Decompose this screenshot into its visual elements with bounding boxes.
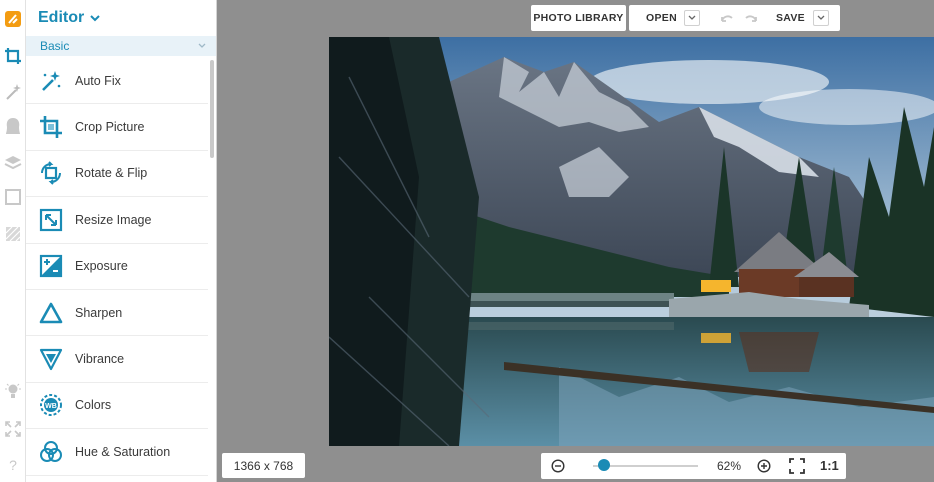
chevron-down-icon [198, 43, 206, 48]
redo-icon[interactable] [744, 13, 758, 23]
exposure-icon [36, 251, 66, 281]
open-button[interactable]: OPEN [646, 12, 677, 24]
help-icon[interactable]: ? [0, 452, 26, 478]
tool-label: Resize Image [75, 212, 152, 227]
photo-library-label: PHOTO LIBRARY [533, 12, 624, 24]
fullscreen-icon[interactable] [0, 416, 26, 442]
save-button[interactable]: SAVE [776, 12, 805, 24]
magic-wand-icon[interactable] [0, 79, 26, 105]
tool-label: Hue & Saturation [75, 444, 171, 459]
logo-icon[interactable] [0, 6, 26, 32]
tool-label: Sharpen [75, 305, 123, 320]
tool-exposure[interactable]: Exposure [26, 244, 208, 290]
tool-list: Auto Fix Crop Picture Rotate & Flip Resi… [26, 58, 208, 476]
tool-resize-image[interactable]: Resize Image [26, 197, 208, 244]
tool-auto-fix[interactable]: Auto Fix [26, 58, 208, 105]
svg-text:WB: WB [45, 403, 57, 410]
panel-scrollbar[interactable] [210, 60, 214, 158]
lightbulb-icon[interactable] [0, 378, 26, 404]
zoom-slider-handle[interactable] [597, 459, 610, 471]
tool-label: Crop Picture [75, 120, 145, 135]
section-basic[interactable]: Basic [26, 36, 216, 56]
tool-rail: ? [0, 0, 26, 482]
undo-icon[interactable] [720, 13, 734, 23]
zoom-out-icon[interactable] [551, 459, 565, 473]
magic-wand-icon [36, 66, 66, 96]
resize-icon [36, 205, 66, 235]
rotate-icon [36, 158, 66, 188]
tool-label: Rotate & Flip [75, 166, 148, 181]
chevron-down-icon [817, 15, 825, 20]
texture-icon[interactable] [0, 221, 26, 247]
colors-icon: WB [36, 390, 66, 420]
tool-label: Exposure [75, 259, 128, 274]
panel-title: Editor [38, 9, 85, 26]
vibrance-icon [36, 344, 66, 374]
svg-text:?: ? [9, 457, 17, 473]
tool-label: Auto Fix [75, 73, 121, 88]
sharpen-icon [36, 298, 66, 328]
fit-screen-icon[interactable] [789, 458, 805, 474]
tool-rotate-flip[interactable]: Rotate & Flip [26, 151, 208, 198]
zoom-value: 62% [717, 459, 742, 473]
tool-crop-picture[interactable]: Crop Picture [26, 104, 208, 151]
open-dropdown-button[interactable] [683, 10, 700, 26]
tool-sharpen[interactable]: Sharpen [26, 290, 208, 337]
panel-header[interactable]: Editor [26, 0, 216, 36]
zoom-bar: 62% 1:1 [541, 453, 846, 479]
tool-label: Vibrance [75, 352, 125, 367]
tool-label: Colors [75, 398, 112, 413]
chevron-down-icon [90, 15, 100, 22]
chevron-down-icon [688, 15, 696, 20]
crop-icon [36, 112, 66, 142]
actual-size-button[interactable]: 1:1 [820, 458, 839, 473]
crop-icon[interactable] [0, 43, 26, 69]
portrait-icon[interactable] [0, 113, 26, 139]
save-dropdown-button[interactable] [812, 10, 829, 26]
image-dimensions: 1366 x 768 [222, 453, 305, 478]
tool-hue-saturation[interactable]: Hue & Saturation [26, 429, 208, 476]
image-canvas[interactable] [329, 37, 934, 446]
section-label: Basic [40, 39, 70, 53]
zoom-in-icon[interactable] [757, 459, 771, 473]
photo-image [329, 37, 934, 446]
file-toolbar: OPEN SAVE [629, 5, 840, 31]
layers-icon[interactable] [0, 150, 26, 176]
editor-panel: Editor Basic Auto Fix Crop Picture Rotat… [26, 0, 217, 482]
frame-icon[interactable] [0, 184, 26, 210]
tool-vibrance[interactable]: Vibrance [26, 336, 208, 383]
photo-library-button[interactable]: PHOTO LIBRARY [531, 5, 626, 31]
tool-colors[interactable]: WB Colors [26, 383, 208, 430]
hue-saturation-icon [36, 437, 66, 467]
